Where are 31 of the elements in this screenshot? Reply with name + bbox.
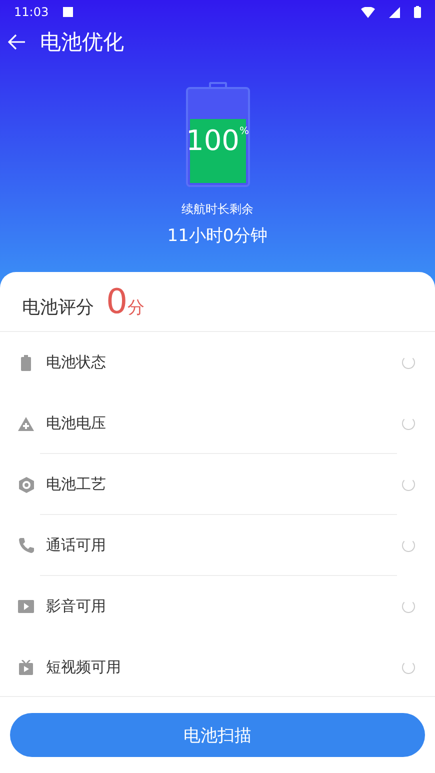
- loading-spinner-icon: [402, 539, 415, 552]
- notification-icon: [62, 7, 73, 17]
- check-label: 短视频可用: [46, 658, 122, 677]
- battery-icon: [21, 354, 31, 370]
- battery-status-icon: [414, 6, 421, 18]
- page-title: 电池优化: [40, 29, 124, 56]
- loading-spinner-icon: [402, 417, 415, 430]
- back-icon[interactable]: [8, 34, 26, 50]
- check-label: 电池工艺: [46, 475, 107, 494]
- loading-spinner-icon: [402, 600, 415, 613]
- tv-icon: [19, 660, 33, 675]
- wifi-icon: [361, 6, 375, 18]
- video-icon: [18, 600, 34, 613]
- triangle-icon: [18, 416, 34, 430]
- loading-spinner-icon: [402, 661, 415, 674]
- score-value: 0: [106, 282, 128, 322]
- phone-icon: [18, 538, 34, 553]
- remaining-time: 11小时0分钟: [167, 225, 268, 247]
- check-label: 影音可用: [46, 597, 107, 616]
- loading-spinner-icon: [402, 356, 415, 369]
- score-unit: 分: [128, 297, 145, 319]
- check-label: 电池电压: [46, 414, 107, 433]
- signal-icon: [389, 6, 400, 18]
- hexagon-icon: [18, 476, 34, 492]
- check-label: 电池状态: [46, 353, 107, 372]
- loading-spinner-icon: [402, 478, 415, 491]
- scan-button[interactable]: 电池扫描: [10, 713, 425, 757]
- status-time: 11:03: [14, 5, 49, 19]
- remaining-caption: 续航时长剩余: [182, 201, 254, 218]
- check-label: 通话可用: [46, 536, 107, 555]
- score-label: 电池评分: [22, 296, 94, 319]
